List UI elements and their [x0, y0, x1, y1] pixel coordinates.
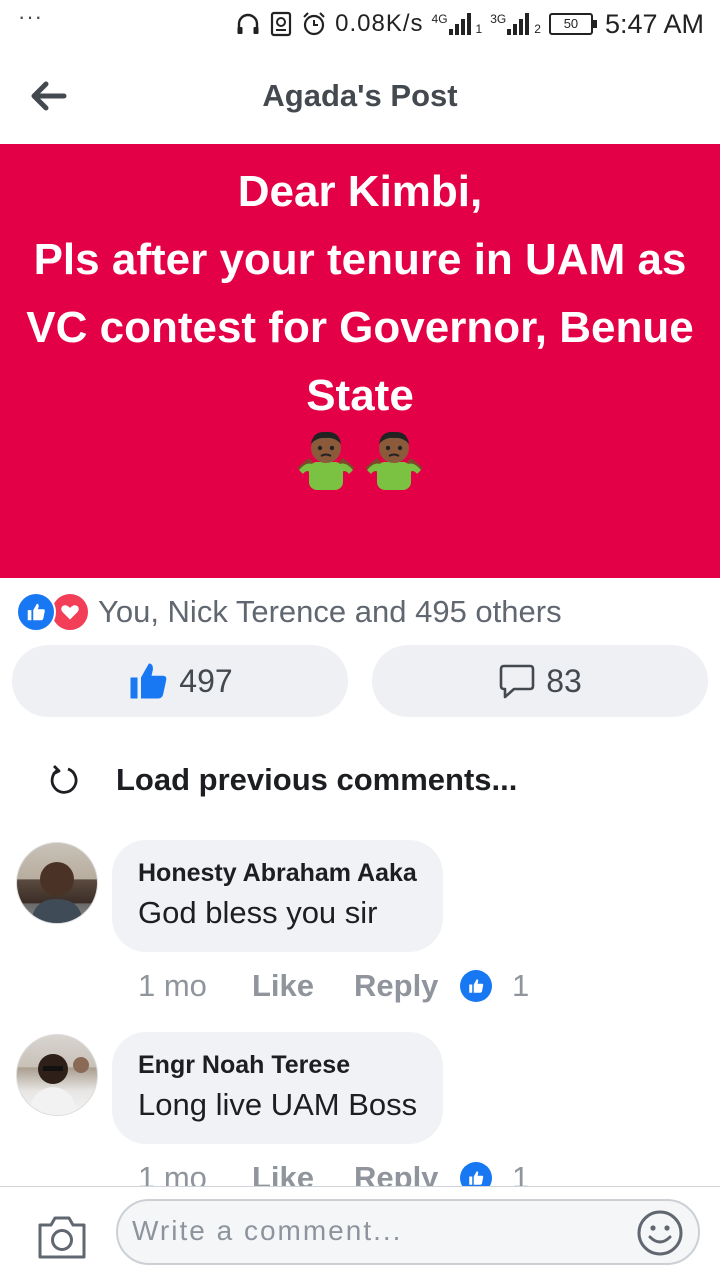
comment-age: 1 mo: [138, 968, 207, 1003]
comment-button[interactable]: 83: [372, 645, 708, 717]
app-header: Agada's Post: [0, 48, 720, 144]
like-button[interactable]: 497: [12, 645, 348, 717]
comment-bubble[interactable]: Honesty Abraham Aaka God bless you sir: [112, 840, 443, 952]
alarm-icon: [303, 12, 325, 36]
commenter-name[interactable]: Honesty Abraham Aaka: [138, 856, 417, 890]
shrug-emoji-icon: [365, 431, 423, 490]
thumbs-up-icon: [460, 970, 492, 1002]
battery-tip: [592, 20, 597, 28]
battery-indicator: 50: [548, 13, 597, 35]
camera-icon[interactable]: [36, 1213, 88, 1261]
status-icons: 0.08K/s 4G 1 3G 2 50 5:47 AM: [235, 8, 704, 40]
post-text: Dear Kimbi, Pls after your tenure in UAM…: [26, 167, 694, 420]
post-emoji: [0, 428, 720, 490]
avatar[interactable]: [16, 1034, 98, 1116]
comment-text: Long live UAM Boss: [138, 1087, 418, 1122]
screenshot-icon: [271, 11, 292, 37]
signal-bars-icon: [448, 13, 471, 35]
comment-composer: Write a comment...: [0, 1186, 720, 1281]
load-previous-label: Load previous comments...: [116, 762, 518, 797]
comment-input-placeholder: Write a comment...: [132, 1215, 403, 1246]
comment-count: 83: [546, 662, 582, 699]
sim1-signal: 4G 1: [431, 12, 483, 36]
comment-reply-button[interactable]: Reply: [354, 968, 460, 1004]
reactions-summary[interactable]: You, Nick Terence and 495 others: [16, 592, 562, 632]
clock: 5:47 AM: [604, 8, 704, 39]
comment-text: God bless you sir: [138, 895, 378, 930]
notification-dots: ···: [18, 4, 43, 29]
comment-input[interactable]: Write a comment...: [116, 1199, 700, 1265]
commenter-name[interactable]: Engr Noah Terese: [138, 1048, 417, 1082]
avatar[interactable]: [16, 842, 98, 924]
post-banner: Dear Kimbi, Pls after your tenure in UAM…: [0, 144, 720, 578]
love-reaction-icon: [50, 592, 90, 632]
like-count: 497: [179, 662, 233, 699]
page-title: Agada's Post: [262, 78, 458, 113]
comment-bubble-icon: [499, 664, 535, 699]
refresh-icon: [50, 765, 78, 794]
status-bar: ··· 0.08K/s 4G 1 3G 2 50 5:47 AM: [0, 0, 720, 48]
sim2-signal: 3G 2: [490, 12, 541, 36]
comment-actions: 1 mo Like Reply 1: [138, 968, 529, 1004]
network-speed: 0.08K/s: [335, 10, 424, 37]
thumbs-up-icon: [130, 663, 167, 699]
comment-like-count: 1: [512, 968, 530, 1003]
load-previous-comments[interactable]: Load previous comments...: [48, 758, 517, 802]
like-reaction-icon: [16, 592, 56, 632]
comment-bubble[interactable]: Engr Noah Terese Long live UAM Boss: [112, 1032, 444, 1144]
emoji-icon[interactable]: [636, 1209, 684, 1257]
comment-like-button[interactable]: Like: [252, 968, 354, 1004]
shrug-emoji-icon: [297, 431, 355, 490]
reactions-text: You, Nick Terence and 495 others: [98, 594, 562, 629]
headphones-icon: [237, 13, 259, 34]
signal-bars-icon: [507, 13, 530, 35]
